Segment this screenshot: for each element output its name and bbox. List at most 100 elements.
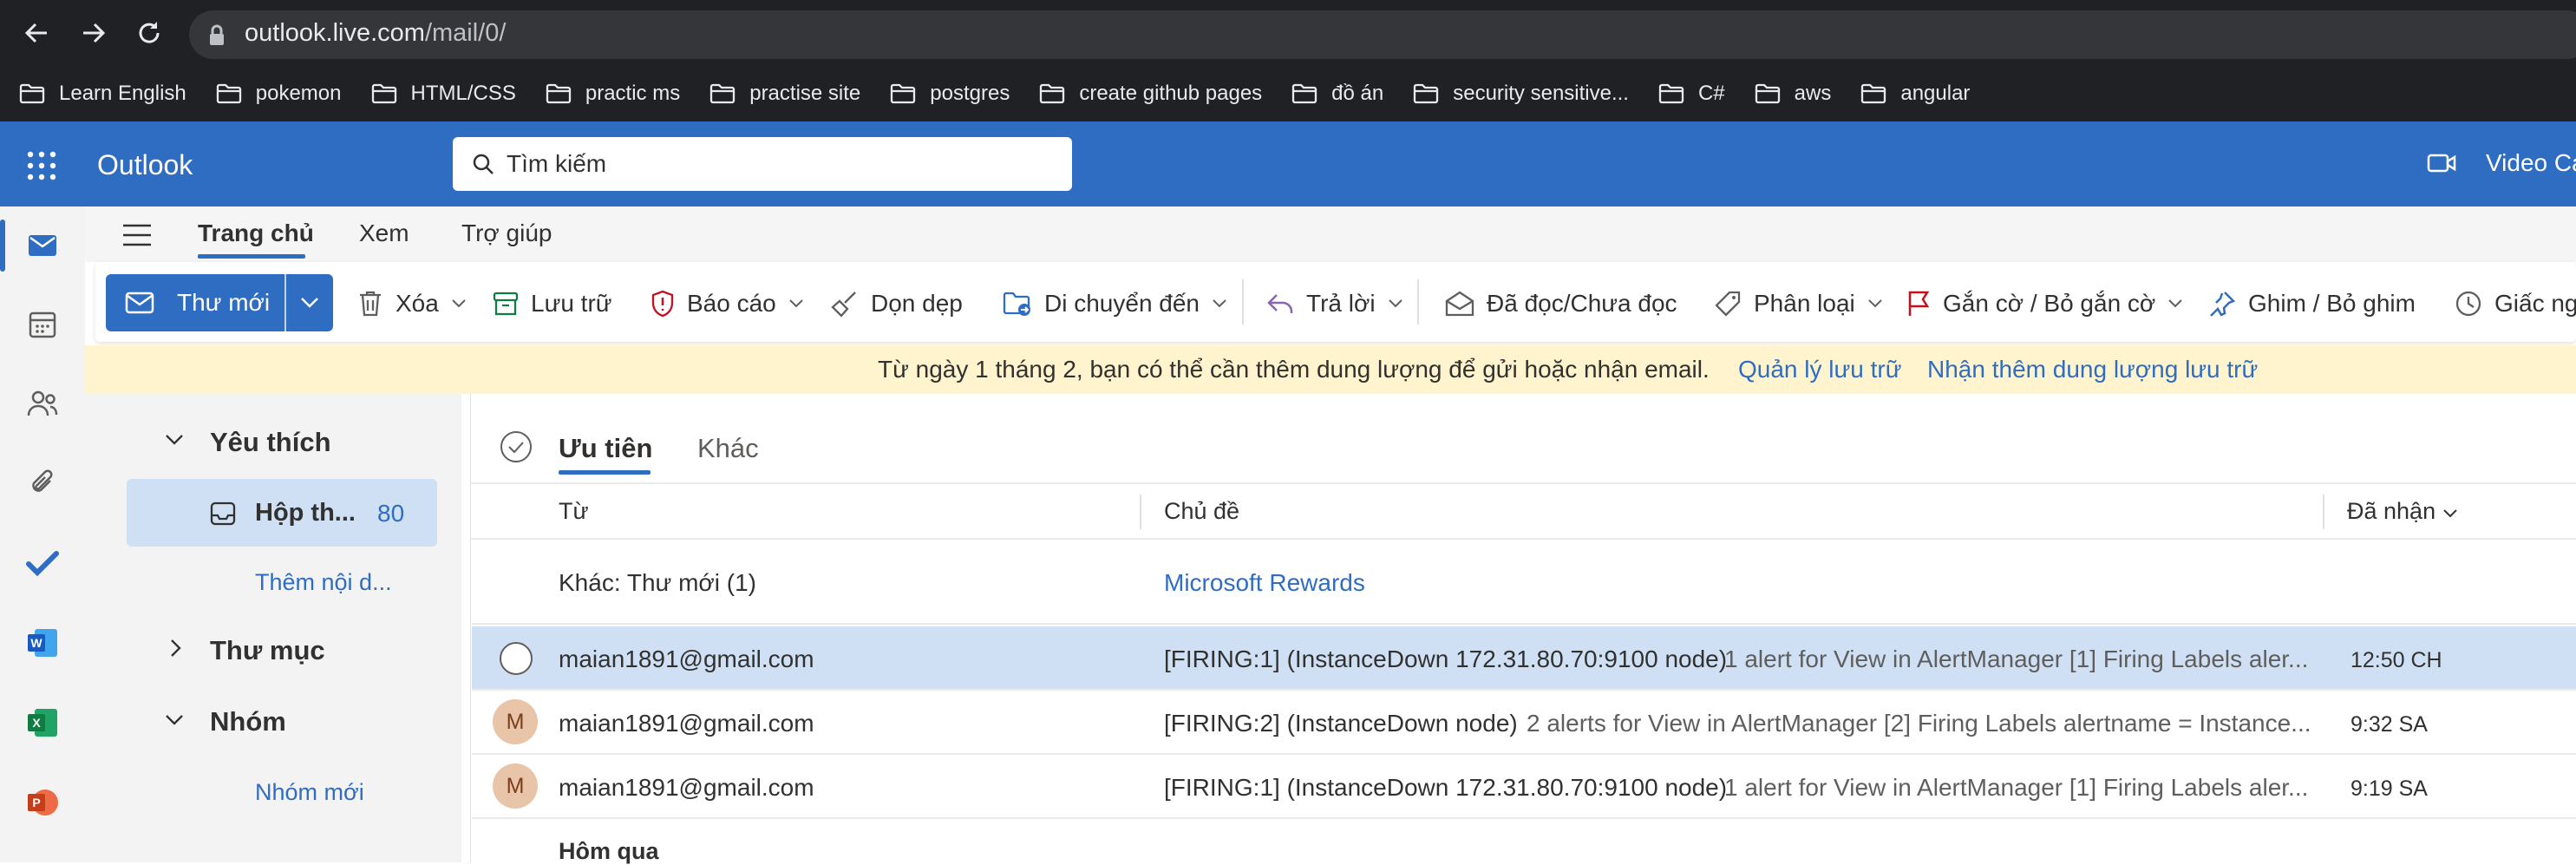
bookmark-label: create github pages bbox=[1079, 82, 1263, 105]
archive-button[interactable]: Lưu trữ bbox=[493, 286, 612, 321]
select-all-checkbox[interactable] bbox=[500, 430, 533, 468]
bookmark-item[interactable]: security sensitive... bbox=[1413, 82, 1629, 106]
back-icon[interactable] bbox=[19, 19, 54, 50]
people-icon[interactable] bbox=[21, 382, 64, 425]
chevron-down-icon[interactable] bbox=[165, 434, 184, 446]
move-to-label: Di chuyển đến bbox=[1044, 290, 1200, 317]
video-call-button[interactable]: Video Ca bbox=[2427, 149, 2576, 177]
table-row[interactable]: M maian1891@gmail.com [FIRING:2] (Instan… bbox=[472, 691, 2576, 755]
chevron-right-icon[interactable] bbox=[170, 639, 182, 658]
bookmark-label: đồ án bbox=[1331, 82, 1384, 105]
video-call-label: Video Ca bbox=[2486, 149, 2576, 176]
sweep-button[interactable]: Dọn dẹp bbox=[831, 286, 963, 321]
new-mail-button[interactable]: Thư mới bbox=[106, 274, 333, 331]
avatar: M bbox=[493, 699, 538, 744]
column-divider[interactable] bbox=[2323, 495, 2324, 529]
excel-icon[interactable]: X bbox=[21, 701, 64, 744]
folder-icon bbox=[1040, 83, 1065, 104]
get-more-storage-link[interactable]: Nhận thêm dung lượng lưu trữ bbox=[1927, 356, 2258, 383]
message-preview: 1 alert for View in AlertManager [1] Fir… bbox=[1724, 645, 2309, 672]
categorize-button[interactable]: Phân loại bbox=[1714, 286, 1883, 321]
bookmark-item[interactable]: pokemon bbox=[216, 82, 342, 106]
active-tab-indicator bbox=[198, 254, 305, 259]
table-row[interactable]: maian1891@gmail.com [FIRING:1] (Instance… bbox=[472, 626, 2576, 691]
lock-icon[interactable] bbox=[208, 24, 226, 47]
groups-header[interactable]: Nhóm bbox=[210, 706, 286, 737]
chevron-down-icon[interactable] bbox=[1212, 298, 1227, 309]
app-launcher-icon[interactable] bbox=[26, 150, 57, 181]
column-received[interactable]: Đã nhận bbox=[2347, 498, 2458, 525]
folder-icon bbox=[710, 83, 736, 104]
column-divider[interactable] bbox=[1140, 495, 1141, 529]
bookmark-label: HTML/CSS bbox=[410, 82, 516, 105]
archive-label: Lưu trữ bbox=[531, 290, 612, 317]
chevron-down-icon[interactable] bbox=[2167, 298, 2183, 309]
mail-icon[interactable] bbox=[21, 224, 64, 267]
favorites-header[interactable]: Yêu thích bbox=[210, 427, 331, 458]
forward-icon[interactable] bbox=[76, 19, 111, 50]
report-button[interactable]: Báo cáo bbox=[651, 286, 804, 321]
new-group-link[interactable]: Nhóm mới bbox=[255, 779, 364, 806]
powerpoint-icon[interactable]: P bbox=[21, 781, 64, 824]
column-from[interactable]: Từ bbox=[559, 498, 589, 525]
attachment-icon[interactable] bbox=[21, 462, 64, 505]
bookmark-item[interactable]: angular bbox=[1860, 82, 1970, 106]
chevron-down-icon[interactable] bbox=[451, 298, 467, 309]
app-name[interactable]: Outlook bbox=[97, 149, 193, 181]
word-icon[interactable]: W bbox=[21, 621, 64, 665]
bookmark-item[interactable]: đồ án bbox=[1291, 82, 1383, 106]
url-text[interactable]: outlook.live.com/mail/0/ bbox=[245, 19, 506, 48]
message-time: 9:19 SA bbox=[2350, 777, 2428, 801]
table-row[interactable]: M maian1891@gmail.com [FIRING:1] (Instan… bbox=[472, 755, 2576, 819]
tab-home[interactable]: Trang chủ bbox=[198, 220, 314, 247]
pin-button[interactable]: Ghim / Bỏ ghim bbox=[2208, 286, 2416, 321]
calendar-icon[interactable] bbox=[21, 303, 64, 346]
message-from: maian1891@gmail.com bbox=[559, 645, 814, 672]
column-subject[interactable]: Chủ đề bbox=[1164, 498, 1239, 525]
tab-view[interactable]: Xem bbox=[359, 220, 409, 247]
open-envelope-icon bbox=[1445, 291, 1474, 317]
bookmark-item[interactable]: create github pages bbox=[1039, 82, 1262, 106]
app-header bbox=[0, 121, 2576, 206]
favorites-toggle[interactable] bbox=[165, 434, 184, 450]
bookmark-item[interactable]: aws bbox=[1755, 82, 1831, 106]
chevron-down-icon[interactable] bbox=[1388, 298, 1403, 309]
reload-icon[interactable] bbox=[132, 19, 167, 50]
other-inbox-summary-row[interactable]: Khác: Thư mới (1) Microsoft Rewards bbox=[472, 540, 2576, 625]
todo-icon[interactable] bbox=[21, 541, 64, 585]
bookmark-item[interactable]: HTML/CSS bbox=[371, 82, 516, 106]
tab-help[interactable]: Trợ giúp bbox=[461, 220, 552, 247]
folders-toggle[interactable] bbox=[170, 639, 182, 662]
tab-focused[interactable]: Ưu tiên bbox=[559, 433, 652, 464]
add-favorite-link[interactable]: Thêm nội d... bbox=[255, 569, 392, 596]
manage-storage-link[interactable]: Quản lý lưu trữ bbox=[1738, 356, 1901, 383]
chevron-down-icon[interactable] bbox=[1867, 298, 1883, 309]
read-unread-button[interactable]: Đã đọc/Chưa đọc bbox=[1445, 286, 1677, 321]
groups-toggle[interactable] bbox=[165, 714, 184, 731]
bookmark-item[interactable]: Learn English bbox=[19, 82, 186, 106]
move-to-button[interactable]: Di chuyển đến bbox=[1003, 286, 1227, 321]
menu-icon[interactable] bbox=[121, 222, 153, 248]
bookmark-label: pokemon bbox=[255, 82, 342, 105]
bookmark-item[interactable]: postgres bbox=[890, 82, 1010, 106]
tab-other[interactable]: Khác bbox=[697, 433, 759, 464]
chevron-down-icon[interactable] bbox=[788, 298, 804, 309]
folders-header[interactable]: Thư mục bbox=[210, 635, 325, 666]
archive-icon bbox=[493, 292, 519, 316]
bookmark-item[interactable]: C# bbox=[1658, 82, 1725, 106]
snooze-button[interactable]: Giấc ng bbox=[2455, 286, 2576, 321]
chevron-down-icon[interactable] bbox=[2442, 508, 2458, 519]
bookmark-item[interactable]: practise site bbox=[709, 82, 860, 106]
bookmark-item[interactable]: practic ms bbox=[546, 82, 680, 106]
search-input[interactable]: Tìm kiếm bbox=[453, 137, 1072, 191]
new-mail-dropdown[interactable] bbox=[286, 297, 333, 309]
delete-button[interactable]: Xóa bbox=[357, 286, 467, 321]
broom-icon bbox=[831, 292, 856, 318]
chevron-down-icon[interactable] bbox=[165, 714, 184, 726]
address-bar[interactable] bbox=[189, 10, 2576, 59]
other-summary-sender[interactable]: Microsoft Rewards bbox=[1164, 569, 1365, 597]
row-select-radio[interactable] bbox=[500, 642, 533, 675]
snooze-label: Giấc ng bbox=[2494, 290, 2576, 317]
reply-button[interactable]: Trả lời bbox=[1266, 286, 1403, 321]
flag-button[interactable]: Gắn cờ / Bỏ gắn cờ bbox=[1906, 286, 2183, 321]
